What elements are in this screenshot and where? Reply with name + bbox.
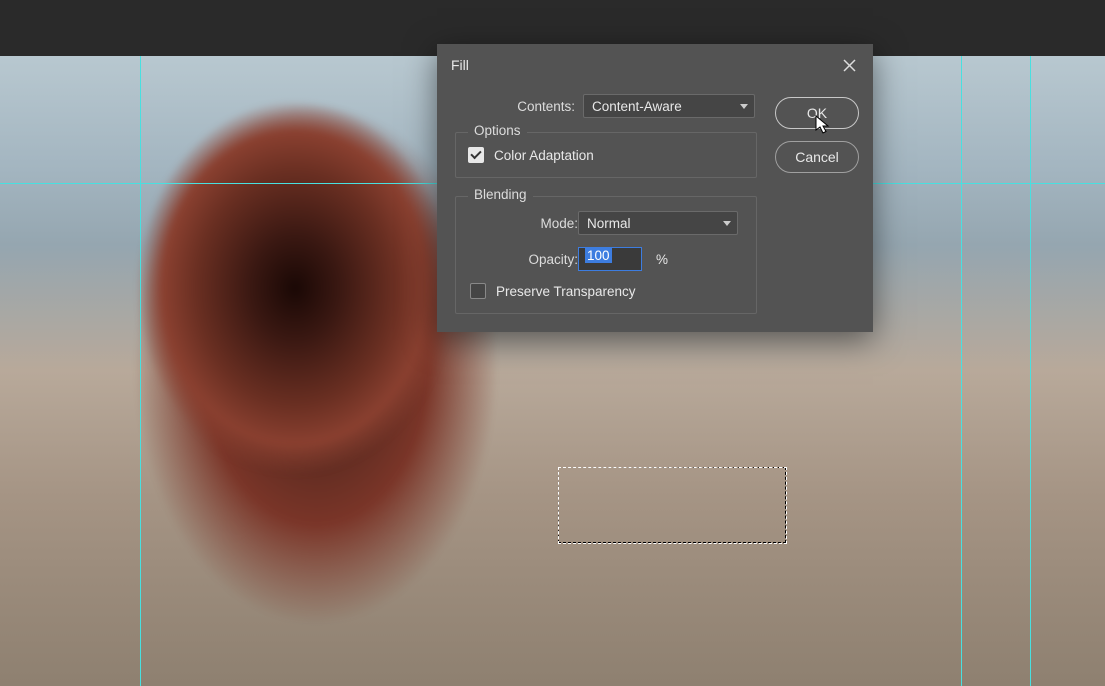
opacity-input[interactable]: 100	[578, 247, 642, 271]
guide-vertical[interactable]	[140, 56, 141, 686]
contents-label: Contents:	[517, 99, 575, 114]
preserve-transparency-row: Preserve Transparency	[470, 283, 744, 299]
close-button[interactable]	[839, 55, 859, 75]
ok-label: OK	[807, 105, 827, 121]
mode-label: Mode:	[468, 216, 578, 231]
guide-vertical[interactable]	[961, 56, 962, 686]
mode-select[interactable]: Normal	[578, 211, 738, 235]
dialog-title: Fill	[451, 57, 469, 73]
close-icon	[843, 59, 856, 72]
dialog-titlebar[interactable]: Fill	[437, 44, 873, 86]
contents-select[interactable]: Content-Aware	[583, 94, 755, 118]
contents-value: Content-Aware	[592, 99, 682, 114]
cancel-button[interactable]: Cancel	[775, 141, 859, 173]
mode-value: Normal	[587, 216, 631, 231]
options-fieldset: Options Color Adaptation	[455, 132, 757, 178]
blending-grid: Mode: Normal Opacity: 100 %	[468, 211, 744, 271]
preserve-transparency-checkbox[interactable]	[470, 283, 486, 299]
dialog-body: Contents: Content-Aware Options Color Ad…	[437, 86, 873, 332]
marquee-selection[interactable]	[558, 467, 786, 543]
contents-row: Contents: Content-Aware	[455, 94, 755, 118]
opacity-wrap: 100 %	[578, 247, 744, 271]
dialog-buttons: OK Cancel	[775, 94, 859, 314]
color-adaptation-label: Color Adaptation	[494, 148, 594, 163]
opacity-label: Opacity:	[468, 252, 578, 267]
blending-fieldset: Blending Mode: Normal Opacity: 100 %	[455, 196, 757, 314]
fill-dialog: Fill Contents: Content-Aware Options	[437, 44, 873, 332]
dialog-controls: Contents: Content-Aware Options Color Ad…	[455, 94, 757, 314]
blending-legend: Blending	[468, 187, 533, 202]
opacity-suffix: %	[656, 252, 668, 267]
opacity-value: 100	[585, 248, 612, 263]
workspace: Fill Contents: Content-Aware Options	[0, 0, 1105, 686]
color-adaptation-row: Color Adaptation	[468, 147, 744, 163]
ok-button[interactable]: OK	[775, 97, 859, 129]
options-legend: Options	[468, 123, 527, 138]
preserve-transparency-label: Preserve Transparency	[496, 284, 636, 299]
guide-vertical[interactable]	[1030, 56, 1031, 686]
color-adaptation-checkbox[interactable]	[468, 147, 484, 163]
cancel-label: Cancel	[795, 149, 839, 165]
